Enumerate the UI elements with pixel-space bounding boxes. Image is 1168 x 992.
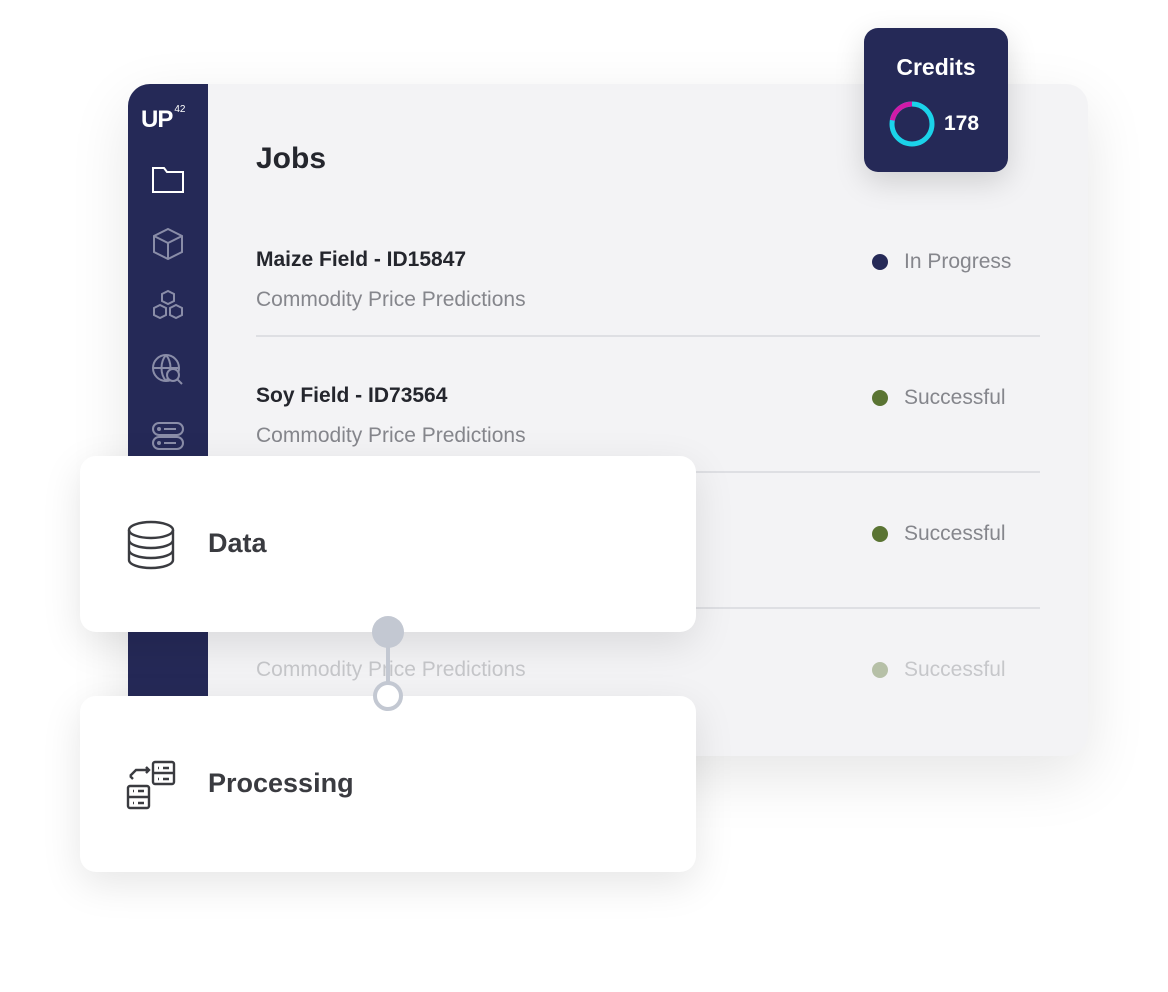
status-badge: In Progress (872, 250, 1011, 274)
job-row[interactable]: Maize Field - ID15847 Commodity Price Pr… (256, 248, 1040, 384)
status-text: In Progress (904, 250, 1012, 273)
cube-icon[interactable] (150, 226, 186, 262)
job-subtitle: Commodity Price Predictions (256, 658, 526, 681)
credits-label: Credits (896, 54, 976, 80)
status-text: Successful (904, 522, 1006, 545)
globe-search-icon[interactable] (150, 352, 186, 388)
status-badge: Successful (872, 386, 1006, 410)
status-badge: Successful (872, 522, 1006, 546)
cubes-icon[interactable] (150, 288, 186, 324)
data-card[interactable]: Data (80, 456, 696, 632)
status-dot-icon (872, 526, 888, 542)
processing-card-label: Processing (208, 768, 354, 798)
folder-icon[interactable] (150, 162, 186, 198)
logo: UP 42 (141, 104, 186, 133)
job-title: Maize Field - ID15847 (256, 248, 467, 271)
page-title: Jobs (256, 142, 327, 175)
status-dot-icon (872, 254, 888, 270)
credits-value: 178 (944, 112, 980, 135)
credits-widget: Credits 178 (864, 28, 1008, 172)
status-dot-icon (872, 390, 888, 406)
job-subtitle: Commodity Price Predictions (256, 424, 526, 447)
processing-card[interactable]: Processing (80, 696, 696, 872)
data-card-label: Data (208, 528, 267, 558)
status-text: Successful (904, 386, 1006, 409)
credits-donut-icon (889, 101, 935, 147)
status-dot-icon (872, 662, 888, 678)
status-text: Successful (904, 658, 1006, 681)
jobs-panel: UP 42 Jobs Maize Field - ID15847 Commodit… (128, 84, 1088, 756)
status-badge: Successful (872, 658, 1006, 682)
job-subtitle: Commodity Price Predictions (256, 288, 526, 311)
divider (256, 335, 1040, 337)
server-icon[interactable] (150, 418, 186, 454)
job-title: Soy Field - ID73564 (256, 384, 448, 407)
database-icon (127, 520, 175, 570)
sidebar: UP 42 (128, 84, 208, 756)
processing-icon (126, 760, 176, 810)
